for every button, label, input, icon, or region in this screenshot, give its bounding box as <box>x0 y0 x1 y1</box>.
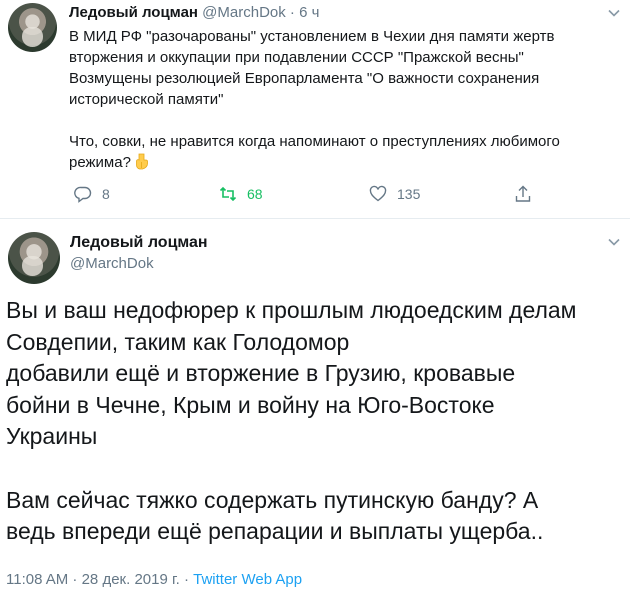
tweet-text-line: Совдепии, таким как Голодомор <box>6 328 350 355</box>
hand-pointing-down-emoji <box>134 153 149 170</box>
avatar[interactable] <box>8 3 57 52</box>
retweet-button[interactable]: 68 <box>219 184 263 204</box>
share-icon <box>515 185 531 202</box>
reply-count: 8 <box>102 186 110 202</box>
tweet-text-line: Что, совки, не нравится когда напоминают… <box>69 133 560 150</box>
like-button[interactable]: 135 <box>369 184 420 204</box>
tweet-text-line <box>69 110 614 131</box>
tweet-text-fragment: режима? <box>69 154 131 171</box>
tweet-text-line: Возмущены резолюцией Европарламента "О в… <box>69 70 540 87</box>
reply-button[interactable]: 8 <box>74 184 110 204</box>
chevron-down-icon[interactable] <box>607 235 621 249</box>
tweet-text: Вы и ваш недофюрер к прошлым людоедским … <box>6 295 626 548</box>
reply-icon <box>74 186 92 203</box>
tweet-text-line: Вам сейчас тяжко содержать путинскую бан… <box>6 486 539 513</box>
tweet-text-line <box>6 453 626 485</box>
tweet-text-line: вторжения и оккупации при подавлении ССС… <box>69 49 524 66</box>
tweet-text-line-last: режима? <box>69 152 614 173</box>
tweet-text: В МИД РФ "разочарованы" установлением в … <box>69 26 614 173</box>
author-name[interactable]: Ледовый лоцман <box>70 234 208 252</box>
tweet-text-line: исторической памяти" <box>69 91 224 108</box>
avatar[interactable] <box>8 232 60 284</box>
tweet-text-line: ведь впереди ещё репарации и выплаты уще… <box>6 518 544 544</box>
source-app-link[interactable]: Twitter Web App <box>193 571 302 588</box>
retweet-count: 68 <box>247 186 263 202</box>
tweet-time[interactable]: 6 ч <box>299 4 319 21</box>
divider <box>0 218 630 219</box>
separator-dot: · <box>289 4 295 21</box>
heart-icon <box>369 185 387 202</box>
author-handle[interactable]: @MarchDok <box>70 255 154 272</box>
retweet-icon <box>219 186 237 202</box>
tweet-timestamp: 11:08 AM · 28 дек. 2019 г. · Twitter Web… <box>6 571 302 588</box>
timestamp-text[interactable]: 11:08 AM · 28 дек. 2019 г. · <box>6 571 193 588</box>
author-name[interactable]: Ледовый лоцман <box>69 4 198 21</box>
tweet-text-line: Украины <box>6 423 98 449</box>
share-button[interactable] <box>514 184 542 204</box>
tweet-text-line: Вы и ваш недофюрер к прошлым людоедским … <box>6 297 577 323</box>
tweet-header: Ледовый лоцман @MarchDok · 6 ч <box>69 4 319 21</box>
chevron-down-icon[interactable] <box>607 6 621 20</box>
author-handle[interactable]: @MarchDok <box>202 4 286 21</box>
tweet-text-line: В МИД РФ "разочарованы" установлением в … <box>69 28 555 45</box>
tweet-text-line: добавили ещё и вторжение в Грузию, крова… <box>6 360 516 386</box>
like-count: 135 <box>397 186 421 202</box>
tweet-text-line: бойни в Чечне, Крым и войну на Юго-Восто… <box>6 391 495 418</box>
